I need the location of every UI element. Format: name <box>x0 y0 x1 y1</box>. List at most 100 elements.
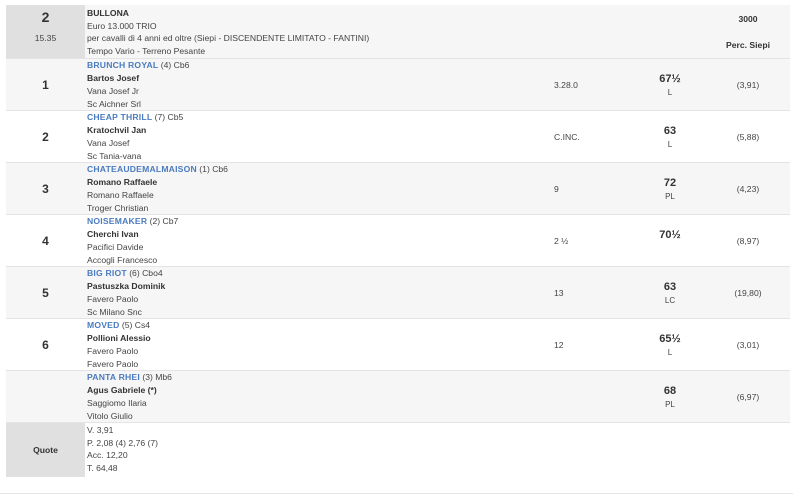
entry-info: PANTA RHEI (3) Mb6 Agus Gabriele (*) Sag… <box>87 371 547 423</box>
odds-value: (6,97) <box>736 392 760 402</box>
trainer-name: Vana Josef <box>87 138 130 148</box>
race-results-table: 2 15.35 BULLONA Euro 13.000 TRIO per cav… <box>6 5 790 477</box>
jockey-name: Bartos Josef <box>87 73 140 83</box>
weight-cell: 70½ <box>628 228 712 243</box>
jockey-name: Agus Gabriele (*) <box>87 385 157 395</box>
divider <box>0 493 793 494</box>
finish-position: 3 <box>42 182 49 196</box>
finish-position: 4 <box>42 234 49 248</box>
horse-name-link[interactable]: PANTA RHEI <box>87 372 140 382</box>
owner-name: Sc Aichner Srl <box>87 99 141 109</box>
jockey-name: Romano Raffaele <box>87 177 158 187</box>
entry-info: BIG RIOT (6) Cbo4 Pastuszka Dominik Fave… <box>87 267 547 319</box>
weight-value: 63 <box>663 281 677 293</box>
table-row: 5 BIG RIOT (6) Cbo4 Pastuszka Dominik Fa… <box>6 267 790 319</box>
race-weather: Tempo Vario - Terreno Pesante <box>87 45 206 56</box>
owner-name: Troger Christian <box>87 203 149 213</box>
weight-value: 70½ <box>659 229 681 241</box>
finish-time: 13 <box>554 288 564 298</box>
weight-cell: 63 LC <box>628 280 712 306</box>
jockey-name: Cherchi Ivan <box>87 229 139 239</box>
finish-position: 5 <box>42 286 49 300</box>
weight-value: 67½ <box>659 73 681 85</box>
horse-info: (7) Cb5 <box>154 112 184 122</box>
equipment: L <box>667 348 673 357</box>
owner-name: Sc Tania-vana <box>87 151 142 161</box>
entry-info: BRUNCH ROYAL (4) Cb6 Bartos Josef Vana J… <box>87 59 547 111</box>
odds-value: (8,97) <box>736 236 760 246</box>
trainer-name: Romano Raffaele <box>87 190 154 200</box>
odds-value: (3,01) <box>736 340 760 350</box>
equipment: PL <box>665 400 675 409</box>
trainer-name: Favero Paolo <box>87 294 139 304</box>
horse-name-link[interactable]: NOISEMAKER <box>87 216 147 226</box>
quote-v: V. 3,91 <box>87 425 114 435</box>
finish-time: 12 <box>554 340 564 350</box>
table-row: 1 BRUNCH ROYAL (4) Cb6 Bartos Josef Vana… <box>6 59 790 111</box>
owner-name: Accogli Francesco <box>87 255 158 265</box>
jockey-name: Pastuszka Dominik <box>87 281 166 291</box>
quote-p: P. 2,08 (4) 2,76 (7) <box>87 437 159 448</box>
weight-cell: 67½ L <box>628 72 712 98</box>
quote-info: V. 3,91 P. 2,08 (4) 2,76 (7) Acc. 12,20 … <box>87 424 158 474</box>
entry-info: CHATEAUDEMALMAISON (1) Cb6 Romano Raffae… <box>87 163 547 215</box>
table-row: 4 NOISEMAKER (2) Cb7 Cherchi Ivan Pacifi… <box>6 215 790 267</box>
owner-name: Sc Milano Snc <box>87 307 142 317</box>
weight-cell: 68 PL <box>628 384 712 410</box>
finish-position: 1 <box>42 78 49 92</box>
equipment: L <box>667 88 673 97</box>
odds-value: (19,80) <box>734 288 762 298</box>
race-info: BULLONA Euro 13.000 TRIO per cavalli di … <box>87 7 547 57</box>
weight-value: 68 <box>663 385 677 397</box>
finish-position: 6 <box>42 338 49 352</box>
race-conditions: per cavalli di 4 anni ed oltre (Siepi - … <box>87 33 370 43</box>
quote-acc: Acc. 12,20 <box>87 450 128 460</box>
horse-info: (2) Cb7 <box>149 216 179 226</box>
weight-cell: 63 L <box>628 124 712 150</box>
horse-info: (5) Cs4 <box>121 320 151 330</box>
race-number-box: 2 15.35 <box>6 5 85 58</box>
entry-info: CHEAP THRILL (7) Cb5 Kratochvil Jan Vana… <box>87 111 547 163</box>
equipment: PL <box>665 192 675 201</box>
finish-position: 2 <box>42 130 49 144</box>
horse-info: (4) Cb6 <box>160 60 190 70</box>
quote-t: T. 64,48 <box>87 462 118 473</box>
table-row: PANTA RHEI (3) Mb6 Agus Gabriele (*) Sag… <box>6 371 790 423</box>
horse-name-link[interactable]: CHATEAUDEMALMAISON <box>87 164 197 174</box>
weight-value: 72 <box>663 177 677 189</box>
race-time: 15.35 <box>34 33 57 43</box>
horse-name-link[interactable]: BRUNCH ROYAL <box>87 60 158 70</box>
weight-value: 65½ <box>659 333 681 345</box>
odds-value: (5,88) <box>736 132 760 142</box>
race-number: 2 <box>41 9 50 25</box>
finish-time: 3.28.0 <box>554 80 578 90</box>
horse-info: (1) Cb6 <box>199 164 228 174</box>
horse-name-link[interactable]: CHEAP THRILL <box>87 112 152 122</box>
quote-row: Quote V. 3,91 P. 2,08 (4) 2,76 (7) Acc. … <box>6 423 790 477</box>
race-prize: Euro 13.000 TRIO <box>87 20 157 31</box>
race-name: BULLONA <box>87 8 130 18</box>
race-distance: 3000 <box>738 14 758 24</box>
horse-info: (6) Cbo4 <box>129 268 163 278</box>
owner-name: Vitolo Giulio <box>87 411 133 421</box>
table-row: 3 CHATEAUDEMALMAISON (1) Cb6 Romano Raff… <box>6 163 790 215</box>
weight-cell: 65½ L <box>628 332 712 358</box>
finish-time: C.INC. <box>554 132 580 142</box>
trainer-name: Saggiomo Ilaria <box>87 398 147 408</box>
finish-time: 9 <box>554 184 559 194</box>
entry-info: MOVED (5) Cs4 Pollioni Alessio Favero Pa… <box>87 319 547 371</box>
horse-info: (3) Mb6 <box>142 372 172 382</box>
trainer-name: Vana Josef Jr <box>87 86 139 96</box>
entry-info: NOISEMAKER (2) Cb7 Cherchi Ivan Pacifici… <box>87 215 547 267</box>
horse-name-link[interactable]: BIG RIOT <box>87 268 127 278</box>
weight-cell: 72 PL <box>628 176 712 202</box>
equipment: LC <box>664 296 676 305</box>
weight-value: 63 <box>663 125 677 137</box>
jockey-name: Kratochvil Jan <box>87 125 147 135</box>
race-type: Perc. Siepi <box>726 40 770 50</box>
jockey-name: Pollioni Alessio <box>87 333 151 343</box>
quote-label: Quote <box>6 423 85 477</box>
odds-value: (3,91) <box>736 80 760 90</box>
horse-name-link[interactable]: MOVED <box>87 320 120 330</box>
odds-value: (4,23) <box>736 184 760 194</box>
